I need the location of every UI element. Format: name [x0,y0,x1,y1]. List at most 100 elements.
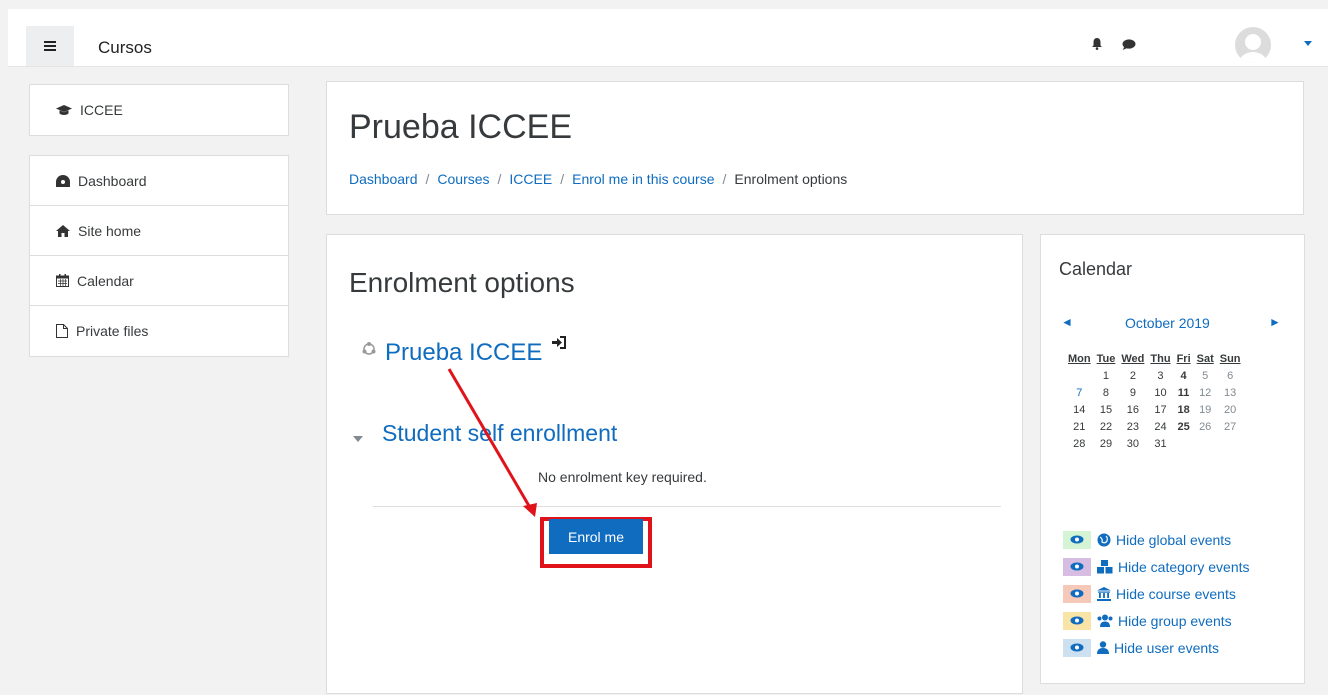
calendar-day: 26 [1199,420,1212,433]
calendar-day [1065,367,1094,384]
calendar-day: 8 [1102,386,1110,399]
calendar-day: 22 [1099,420,1113,433]
course-nav-block: ICCEE [29,84,289,136]
breadcrumb-dashboard[interactable]: Dashboard [349,171,418,187]
calendar-day: 2 [1129,369,1136,382]
enrol-sign-in-icon [552,336,566,349]
file-icon [56,324,68,338]
chat-icon[interactable] [1122,39,1136,50]
main-heading: Enrolment options [349,267,575,298]
breadcrumb-iccee[interactable]: ICCEE [509,171,552,187]
course-link[interactable]: Prueba ICCEE [385,339,542,367]
calendar-block: Calendar ◄ October 2019 ► Mon Tue Wed Th… [1040,234,1305,684]
page-title: Prueba ICCEE [349,108,572,146]
caret-down-icon[interactable] [1304,41,1312,46]
weekday-header: Sat [1196,353,1214,365]
calendar-month[interactable]: October 2019 [1125,315,1210,331]
event-label: Hide group events [1118,612,1232,629]
section-title[interactable]: Student self enrollment [382,420,617,447]
hide-category-events[interactable]: Hide category events [1063,553,1250,580]
calendar-day: 24 [1154,420,1167,433]
nav-item-label: Site home [78,222,142,239]
calendar-day-today[interactable]: 7 [1065,384,1094,401]
calendar-day: 31 [1154,437,1167,450]
university-icon [1097,586,1111,601]
weekday-header: Thu [1150,353,1171,365]
user-icon [1097,641,1109,654]
breadcrumb-courses[interactable]: Courses [437,171,489,187]
nav-item-course[interactable]: ICCEE [30,85,288,135]
calendar-icon [56,274,69,287]
calendar-day: 4 [1180,369,1187,382]
nav-item-calendar[interactable]: Calendar [30,256,288,306]
event-label: Hide user events [1114,639,1220,656]
enrol-me-button[interactable]: Enrol me [549,519,643,554]
site-name[interactable]: Cursos [98,38,152,58]
calendar-day: 3 [1157,369,1164,382]
calendar-day: 18 [1177,403,1190,416]
eye-icon [1063,584,1091,603]
cubes-icon [1097,559,1113,573]
main-nav-block: Dashboard Site home Calendar Private fil… [29,155,289,357]
calendar-day: 6 [1227,369,1234,382]
dashboard-icon [56,174,70,187]
calendar-day: 21 [1073,420,1086,433]
breadcrumb-separator: / [497,171,502,187]
breadcrumb-separator: / [425,171,430,187]
calendar-day: 9 [1129,386,1136,399]
breadcrumb-separator: / [560,171,565,187]
graduation-cap-icon [56,104,72,115]
breadcrumb-current: Enrolment options [734,171,848,187]
nav-item-label: Calendar [77,272,134,289]
calendar-prev-month[interactable]: ◄ [1061,315,1073,329]
calendar-day [1194,435,1217,452]
menu-button[interactable] [26,26,74,66]
collapse-toggle-icon[interactable] [353,436,363,442]
calendar-day: 17 [1154,403,1167,416]
calendar-day: 25 [1177,420,1190,433]
calendar-day: 16 [1126,403,1139,416]
calendar-day: 10 [1154,386,1167,399]
hide-global-events[interactable]: Hide global events [1063,526,1250,553]
enrolment-options-card: Enrolment options Prueba ICCEE Student s… [326,234,1023,694]
avatar[interactable] [1235,27,1271,63]
calendar-day: 12 [1199,386,1212,399]
calendar-day: 20 [1224,403,1237,416]
calendar-day: 27 [1224,420,1237,433]
menu-icon [44,45,56,47]
event-label: Hide course events [1116,585,1236,602]
nav-item-dashboard[interactable]: Dashboard [30,156,288,206]
eye-icon [1063,611,1091,630]
calendar-day: 30 [1126,437,1139,450]
event-filters: Hide global events Hide category events … [1063,526,1250,661]
calendar-next-month[interactable]: ► [1269,315,1281,329]
weekday-header: Sun [1219,353,1241,365]
eye-icon [1063,557,1091,576]
hide-user-events[interactable]: Hide user events [1063,634,1250,661]
hide-group-events[interactable]: Hide group events [1063,607,1250,634]
breadcrumb-enrol-me[interactable]: Enrol me in this course [572,171,714,187]
nav-item-label: Private files [76,323,149,339]
eye-icon [1063,638,1091,657]
divider [373,506,1001,507]
event-label: Hide category events [1118,558,1250,575]
bell-icon[interactable] [1091,38,1103,50]
eye-icon [1063,530,1091,549]
calendar-day [1217,435,1244,452]
page-header: Prueba ICCEE Dashboard / Courses / ICCEE / Enr… [326,81,1304,215]
calendar-title: Calendar [1059,259,1133,279]
nav-item-private-files[interactable]: Private files [30,306,288,356]
users-icon [1097,614,1113,627]
calendar-day: 28 [1073,437,1086,450]
globe-icon [1097,533,1111,546]
weekday-header: Fri [1176,353,1191,365]
hide-course-events[interactable]: Hide course events [1063,580,1250,607]
navbar: Cursos [8,9,1328,67]
calendar-day: 29 [1099,437,1113,450]
calendar-day: 14 [1073,403,1086,416]
nav-item-site-home[interactable]: Site home [30,206,288,256]
calendar-day: 23 [1126,420,1139,433]
enrolment-key-note: No enrolment key required. [538,469,707,485]
calendar-day: 11 [1177,386,1190,399]
calendar-day [1174,435,1194,452]
